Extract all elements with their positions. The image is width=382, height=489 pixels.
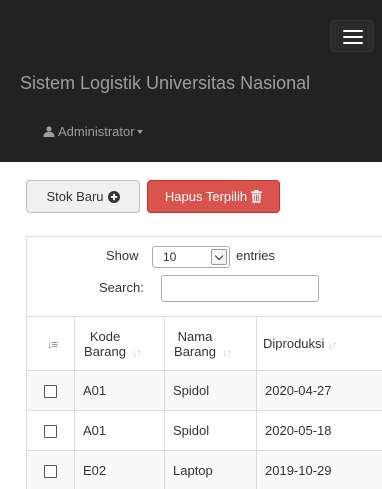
hamburger-icon-bar (343, 36, 363, 38)
search-label: Search: (99, 280, 144, 295)
kode-barang-cell: A01 (74, 410, 165, 451)
column-header-diproduksi[interactable]: Diproduksi ↓↑ (256, 316, 382, 371)
diproduksi-cell: 2020-04-27 (256, 370, 382, 411)
table-row: A01 Spidol 2020-05-18 (26, 410, 382, 451)
row-checkbox[interactable] (44, 465, 57, 479)
delete-selected-button[interactable]: Hapus Terpilih (147, 180, 280, 213)
row-select-cell (26, 410, 75, 451)
entries-label: entries (236, 248, 276, 263)
column-header-label: Nama Barang (174, 328, 216, 359)
navbar-brand[interactable]: Sistem Logistik Universitas Nasional (20, 73, 310, 94)
table-row: A01 Spidol 2020-04-27 (26, 370, 382, 411)
stock-table: ↓≡ Kode Barang ↓↑ Nama Barang ↓↑ Diproduks… (26, 316, 382, 489)
row-select-cell (26, 370, 75, 411)
add-stock-label: Stok Baru (46, 189, 104, 204)
sort-icon: ↓↑ (327, 339, 337, 351)
trash-icon (251, 190, 263, 203)
nama-barang-cell: Spidol (164, 410, 257, 451)
entries-select[interactable]: 10 (152, 246, 230, 268)
row-checkbox[interactable] (44, 385, 57, 399)
user-icon (43, 126, 55, 137)
user-menu-label: Administrator (58, 124, 135, 139)
navbar-toggle-button[interactable] (330, 20, 374, 52)
navbar: Sistem Logistik Universitas Nasional Adm… (0, 0, 382, 162)
column-header-kode-barang[interactable]: Kode Barang ↓↑ (74, 316, 165, 371)
kode-barang-cell: A01 (74, 370, 165, 411)
column-header-nama-barang[interactable]: Nama Barang ↓↑ (164, 316, 257, 371)
row-select-cell (26, 450, 75, 489)
column-header-sort[interactable]: ↓≡ (26, 316, 75, 371)
show-label: Show (106, 248, 139, 263)
sort-icon: ↓↑ (222, 346, 232, 359)
delete-selected-label: Hapus Terpilih (164, 189, 248, 204)
table-row: E02 Laptop 2019-10-29 (26, 450, 382, 489)
nama-barang-cell: Spidol (164, 370, 257, 411)
sort-icon: ↓≡ (47, 339, 58, 351)
table-header-row: ↓≡ Kode Barang ↓↑ Nama Barang ↓↑ Diproduks… (26, 316, 382, 371)
sort-icon: ↓↑ (132, 346, 142, 359)
kode-barang-cell: E02 (74, 450, 165, 489)
column-header-label: Diproduksi (263, 336, 325, 351)
caret-down-icon (136, 129, 143, 134)
plus-circle-icon (107, 190, 120, 203)
column-header-label: Kode Barang (84, 328, 126, 359)
hamburger-icon (343, 30, 363, 32)
nama-barang-cell: Laptop (164, 450, 257, 489)
user-menu[interactable]: Administrator (43, 124, 143, 139)
chevron-down-icon (211, 249, 227, 265)
row-checkbox[interactable] (44, 425, 57, 439)
diproduksi-cell: 2020-05-18 (256, 410, 382, 451)
entries-select-value: 10 (163, 250, 177, 264)
diproduksi-cell: 2019-10-29 (256, 450, 382, 489)
add-stock-button[interactable]: Stok Baru (26, 180, 140, 213)
search-input[interactable] (161, 275, 319, 302)
hamburger-icon-bar (343, 42, 363, 44)
